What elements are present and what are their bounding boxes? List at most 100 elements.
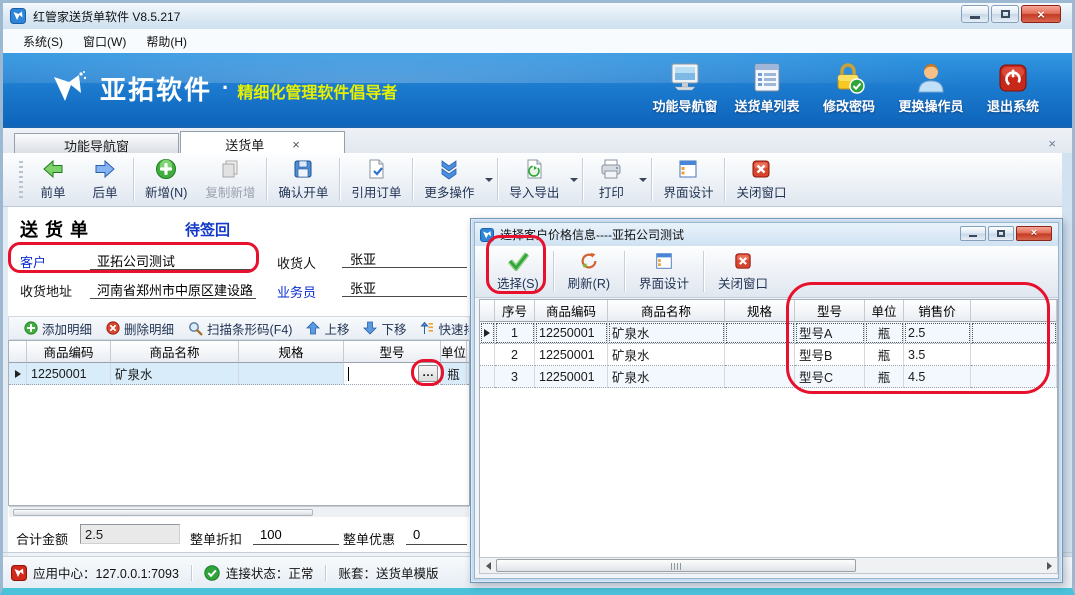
price-grid-hscrollbar[interactable] <box>479 557 1058 574</box>
print-dropdown-icon[interactable] <box>639 178 647 182</box>
column-header[interactable]: 规格 <box>725 300 795 322</box>
close-window-button[interactable]: 关闭窗口 <box>727 153 795 206</box>
toolbar-separator <box>339 158 340 201</box>
dialog-minimize-button[interactable] <box>960 226 986 241</box>
cell-price[interactable]: 4.5 <box>904 366 971 388</box>
more-actions-button[interactable]: 更多操作 <box>415 156 483 203</box>
column-header[interactable]: 型号 <box>344 341 441 363</box>
cell-name[interactable]: 矿泉水 <box>608 322 725 344</box>
address-label: 收货地址 <box>20 281 72 300</box>
tabstrip-close-icon[interactable]: × <box>1048 136 1056 151</box>
cell-spec[interactable] <box>725 344 795 366</box>
minimize-button[interactable] <box>961 5 989 23</box>
ui-design-button[interactable]: 界面设计 <box>654 153 722 206</box>
banner-action-label: 修改密码 <box>823 96 875 115</box>
cell-code[interactable]: 12250001 <box>535 344 608 366</box>
more-actions-dropdown-icon[interactable] <box>485 178 493 182</box>
tab-close-icon[interactable]: × <box>292 137 300 152</box>
lock-check-icon <box>832 62 866 94</box>
scroll-left-icon[interactable] <box>480 558 496 573</box>
column-header[interactable]: 商品编码 <box>535 300 608 322</box>
cell-unit[interactable]: 瓶 <box>865 344 904 366</box>
menu-system[interactable]: 系统(S) <box>13 30 73 53</box>
menu-help[interactable]: 帮助(H) <box>136 30 197 53</box>
close-button[interactable]: × <box>1021 5 1061 23</box>
app-center-text: 应用中心：127.0.0.1:7093 <box>33 563 179 582</box>
tab-label: 功能导航窗 <box>64 136 129 155</box>
layout-icon <box>654 251 674 271</box>
cell-price[interactable]: 3.5 <box>904 344 971 366</box>
dialog-maximize-button[interactable] <box>988 226 1014 241</box>
column-header[interactable]: 单位 <box>865 300 904 322</box>
column-header[interactable]: 商品编码 <box>27 341 111 363</box>
banner-action-exit[interactable]: 退出系统 <box>972 59 1054 121</box>
maximize-button[interactable] <box>991 5 1019 23</box>
price-row[interactable]: 2 12250001 矿泉水 型号B 瓶 3.5 <box>480 344 1057 366</box>
cell-spec[interactable] <box>725 322 795 344</box>
add-detail-button[interactable]: 添加明细 <box>17 319 99 338</box>
move-up-button[interactable]: 上移 <box>299 319 356 338</box>
column-header[interactable]: 规格 <box>239 341 344 363</box>
cell-model[interactable]: 型号A <box>795 322 865 344</box>
cell-seq[interactable]: 3 <box>495 366 535 388</box>
refresh-button[interactable]: 刷新(R) <box>556 246 622 297</box>
model-lookup-button[interactable]: … <box>418 365 438 382</box>
cell-seq[interactable]: 2 <box>495 344 535 366</box>
new-button[interactable]: 新增(N) <box>136 153 196 206</box>
confirm-billing-button[interactable]: 确认开单 <box>269 153 337 206</box>
toolbar-separator <box>412 158 413 201</box>
toolbar-separator <box>497 158 498 201</box>
quick-sort-button[interactable]: 快速排序 <box>413 319 470 338</box>
column-header[interactable]: 商品名称 <box>111 341 239 363</box>
cell-spec[interactable] <box>239 363 344 385</box>
cell-code[interactable]: 12250001 <box>27 363 111 385</box>
cell-name[interactable]: 矿泉水 <box>111 363 239 385</box>
detail-toolbar-label: 下移 <box>381 319 406 338</box>
scrollbar-thumb[interactable] <box>496 559 856 572</box>
banner-action-nav[interactable]: 功能导航窗 <box>644 59 726 121</box>
delete-detail-button[interactable]: 删除明细 <box>99 319 181 338</box>
scrollbar-thumb[interactable] <box>13 509 313 516</box>
price-row[interactable]: 3 12250001 矿泉水 型号C 瓶 4.5 <box>480 366 1057 388</box>
column-header[interactable]: 商品名称 <box>608 300 725 322</box>
cell-unit[interactable]: 瓶 <box>865 366 904 388</box>
cell-name[interactable]: 矿泉水 <box>608 366 725 388</box>
detail-grid-hscrollbar[interactable] <box>9 506 469 517</box>
select-button[interactable]: 选择(S) <box>485 246 551 297</box>
banner-action-change-password[interactable]: 修改密码 <box>808 59 890 121</box>
cell-seq[interactable]: 1 <box>495 322 535 344</box>
cell-unit[interactable]: 瓶 <box>441 363 467 385</box>
column-header[interactable]: 型号 <box>795 300 865 322</box>
cell-name[interactable]: 矿泉水 <box>608 344 725 366</box>
dialog-close-button[interactable]: × <box>1016 226 1052 241</box>
cell-spec[interactable] <box>725 366 795 388</box>
ui-design-button[interactable]: 界面设计 <box>627 246 701 297</box>
column-header[interactable]: 序号 <box>495 300 535 322</box>
column-header[interactable]: 单位 <box>441 341 467 363</box>
cell-code[interactable]: 12250001 <box>535 322 608 344</box>
cell-code[interactable]: 12250001 <box>535 366 608 388</box>
banner-action-switch-operator[interactable]: 更换操作员 <box>890 59 972 121</box>
prev-doc-button[interactable]: 前单 <box>27 153 79 206</box>
copy-new-button[interactable]: 复制新增 <box>196 153 264 206</box>
cell-price[interactable]: 2.5 <box>904 322 971 344</box>
move-down-button[interactable]: 下移 <box>356 319 413 338</box>
cell-model-editor[interactable]: … <box>344 363 441 385</box>
cell-unit[interactable]: 瓶 <box>865 322 904 344</box>
next-doc-button[interactable]: 后单 <box>79 153 131 206</box>
scan-barcode-button[interactable]: 扫描条形码(F4) <box>181 319 299 338</box>
close-window-button[interactable]: 关闭窗口 <box>706 246 780 297</box>
print-button[interactable]: 打印 <box>585 156 637 203</box>
cell-model[interactable]: 型号B <box>795 344 865 366</box>
scroll-right-icon[interactable] <box>1041 558 1057 573</box>
cell-model[interactable]: 型号C <box>795 366 865 388</box>
add-icon <box>155 158 177 180</box>
import-export-dropdown-icon[interactable] <box>570 178 578 182</box>
menu-window[interactable]: 窗口(W) <box>73 30 136 53</box>
detail-grid-row[interactable]: 12250001 矿泉水 … 瓶 1 <box>9 363 469 385</box>
import-export-button[interactable]: 导入导出 <box>500 156 568 203</box>
column-header[interactable]: 销售价 <box>904 300 971 322</box>
banner-action-delivery-list[interactable]: 送货单列表 <box>726 59 808 121</box>
price-row[interactable]: 1 12250001 矿泉水 型号A 瓶 2.5 <box>480 322 1057 344</box>
reference-order-button[interactable]: 引用订单 <box>342 153 410 206</box>
